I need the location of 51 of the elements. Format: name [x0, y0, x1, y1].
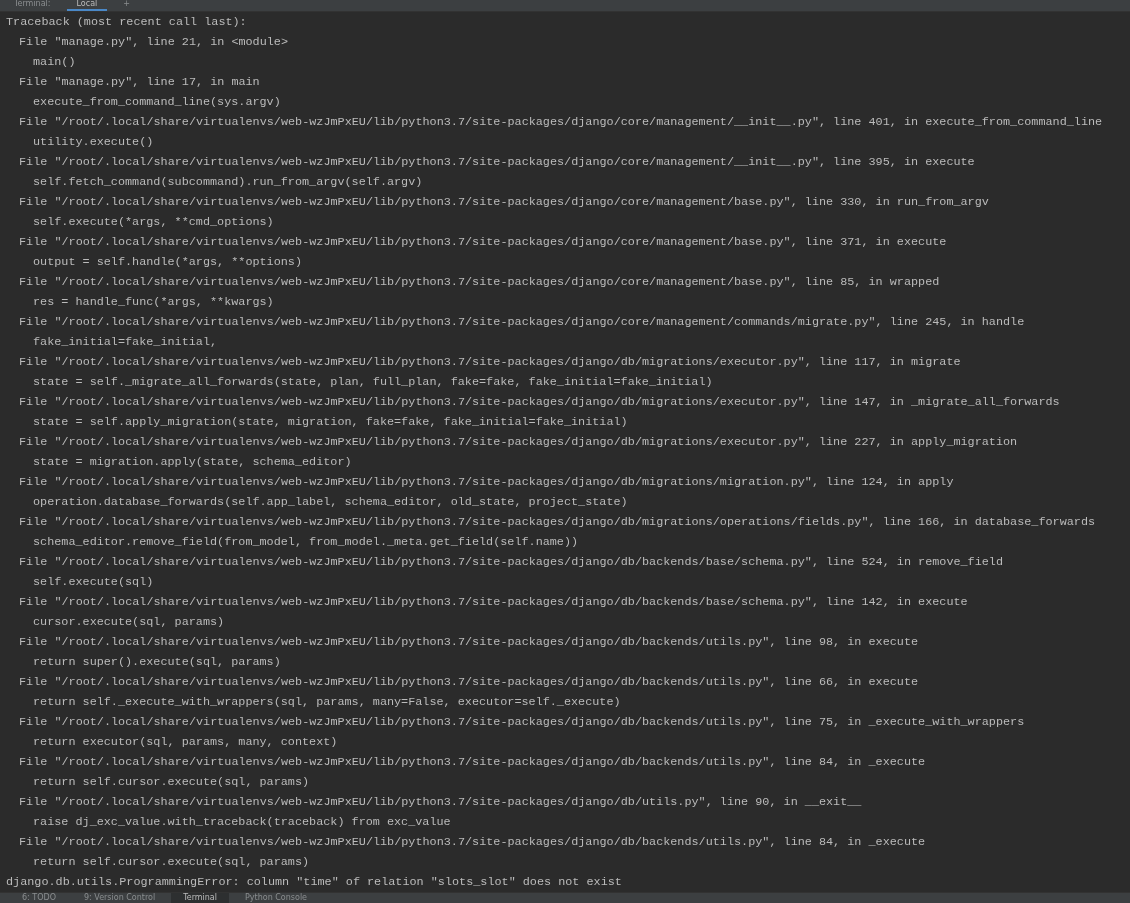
session-tab[interactable]: Terminal: [4, 0, 61, 11]
traceback-file-line: File "/root/.local/share/virtualenvs/web-wzJmPxEU/lib/python3.7/site-packages/django/core/management/commands/migrate.py", line 245, in handle [19, 314, 1025, 331]
traceback-code-line: return self.cursor.execute(sql, params) [33, 774, 310, 791]
traceback-file-line: File "/root/.local/share/virtualenvs/web-wzJmPxEU/lib/python3.7/site-packages/django/db/backends/base/schema.py", line 142, in execute [19, 594, 968, 611]
traceback-file-line: File "/root/.local/share/virtualenvs/web-wzJmPxEU/lib/python3.7/site-packages/django/db/backends/utils.py", line 84, in _execute [19, 754, 926, 771]
traceback-file-line: File "/root/.local/share/virtualenvs/web-wzJmPxEU/lib/python3.7/site-packages/django/core/management/base.py", line 330, in run_from_argv [19, 194, 989, 211]
traceback-code-line: raise dj_exc_value.with_traceback(traceback) from exc_value [33, 814, 451, 831]
traceback-code-line: fake_initial=fake_initial, [33, 334, 218, 351]
traceback-code-line: execute_from_command_line(sys.argv) [33, 94, 281, 111]
tool-window-tab[interactable]: Python Console [233, 893, 320, 903]
traceback-file-line: File "/root/.local/share/virtualenvs/web-wzJmPxEU/lib/python3.7/site-packages/django/db/backends/utils.py", line 75, in _execute_with_wrappers [19, 714, 1025, 731]
traceback-file-line: File "/root/.local/share/virtualenvs/web-wzJmPxEU/lib/python3.7/site-packages/django/db/migrations/operations/fields.py", line 166, in database_forwards [19, 514, 1096, 531]
traceback-code-line: return super().execute(sql, params) [33, 654, 281, 671]
error-message: django.db.utils.ProgrammingError: column "time" of relation "slots_slot" does not exist [6, 874, 622, 891]
traceback-code-line: return self.cursor.execute(sql, params) [33, 854, 310, 871]
traceback-code-line: cursor.execute(sql, params) [33, 614, 225, 631]
traceback-file-line: File "/root/.local/share/virtualenvs/web-wzJmPxEU/lib/python3.7/site-packages/django/db/utils.py", line 90, in __exit__ [19, 794, 862, 811]
traceback-file-line: File "/root/.local/share/virtualenvs/web-wzJmPxEU/lib/python3.7/site-packages/django/db/backends/base/schema.py", line 524, in remove_field [19, 554, 1004, 571]
traceback-file-line: File "/root/.local/share/virtualenvs/web-wzJmPxEU/lib/python3.7/site-packages/django/db/migrations/executor.py", line 147, in _migrate_all_forwards [19, 394, 1060, 411]
traceback-code-line: schema_editor.remove_field(from_model, from_model._meta.get_field(self.name)) [33, 534, 579, 551]
traceback-code-line: return self._execute_with_wrappers(sql, params, many=False, executor=self._execute) [33, 694, 621, 711]
traceback-file-line: File "/root/.local/share/virtualenvs/web-wzJmPxEU/lib/python3.7/site-packages/django/db/backends/utils.py", line 84, in _execute [19, 834, 926, 851]
traceback-code-line: self.execute(sql) [33, 574, 154, 591]
traceback-header: Traceback (most recent call last): [6, 14, 247, 31]
traceback-file-line: File "/root/.local/share/virtualenvs/web-wzJmPxEU/lib/python3.7/site-packages/django/db/backends/utils.py", line 66, in execute [19, 674, 919, 691]
traceback-file-line: File "/root/.local/share/virtualenvs/web-wzJmPxEU/lib/python3.7/site-packages/django/db/migrations/migration.py", line 124, in apply [19, 474, 954, 491]
traceback-file-line: File "/root/.local/share/virtualenvs/web-wzJmPxEU/lib/python3.7/site-packages/django/core/management/base.py", line 371, in execute [19, 234, 947, 251]
traceback-code-line: return executor(sql, params, many, context) [33, 734, 338, 751]
traceback-code-line: output = self.handle(*args, **options) [33, 254, 302, 271]
traceback-file-line: File "/root/.local/share/virtualenvs/web-wzJmPxEU/lib/python3.7/site-packages/django/core/management/base.py", line 85, in wrapped [19, 274, 940, 291]
tool-window-tab[interactable]: 9: Version Control [71, 893, 168, 903]
traceback-code-line: state = self._migrate_all_forwards(state, plan, full_plan, fake=fake, fake_initial=fake_initial) [33, 374, 713, 391]
traceback-code-line: state = self.apply_migration(state, migration, fake=fake, fake_initial=fake_initial) [33, 414, 628, 431]
traceback-code-line: res = handle_func(*args, **kwargs) [33, 294, 274, 311]
traceback-file-line: File "/root/.local/share/virtualenvs/web-wzJmPxEU/lib/python3.7/site-packages/django/db/migrations/executor.py", line 117, in migrate [19, 354, 961, 371]
new-tab-button[interactable]: + [113, 0, 140, 11]
traceback-file-line: File "/root/.local/share/virtualenvs/web-wzJmPxEU/lib/python3.7/site-packages/django/db/backends/utils.py", line 98, in execute [19, 634, 919, 651]
session-tab[interactable]: Local [66, 0, 108, 11]
traceback-code-line: self.fetch_command(subcommand).run_from_argv(self.argv) [33, 174, 423, 191]
traceback-code-line: self.execute(*args, **cmd_options) [33, 214, 274, 231]
traceback-file-line: File "manage.py", line 17, in main [19, 74, 260, 91]
traceback-code-line: main() [33, 54, 76, 71]
traceback-file-line: File "manage.py", line 21, in <module> [19, 34, 288, 51]
traceback-file-line: File "/root/.local/share/virtualenvs/web-wzJmPxEU/lib/python3.7/site-packages/django/db/migrations/executor.py", line 227, in apply_migration [19, 434, 1018, 451]
traceback-file-line: File "/root/.local/share/virtualenvs/web-wzJmPxEU/lib/python3.7/site-packages/django/core/management/__init__.py", line 395, in execute [19, 154, 975, 171]
traceback-code-line: utility.execute() [33, 134, 154, 151]
tool-window-tab[interactable]: 6: TODO [10, 893, 68, 903]
traceback-code-line: operation.database_forwards(self.app_label, schema_editor, old_state, project_state) [33, 494, 628, 511]
tool-window-tab[interactable]: Terminal [171, 893, 229, 903]
traceback-file-line: File "/root/.local/share/virtualenvs/web-wzJmPxEU/lib/python3.7/site-packages/django/core/management/__init__.py", line 401, in execute_from_command_line [19, 114, 1103, 131]
traceback-code-line: state = migration.apply(state, schema_editor) [33, 454, 352, 471]
